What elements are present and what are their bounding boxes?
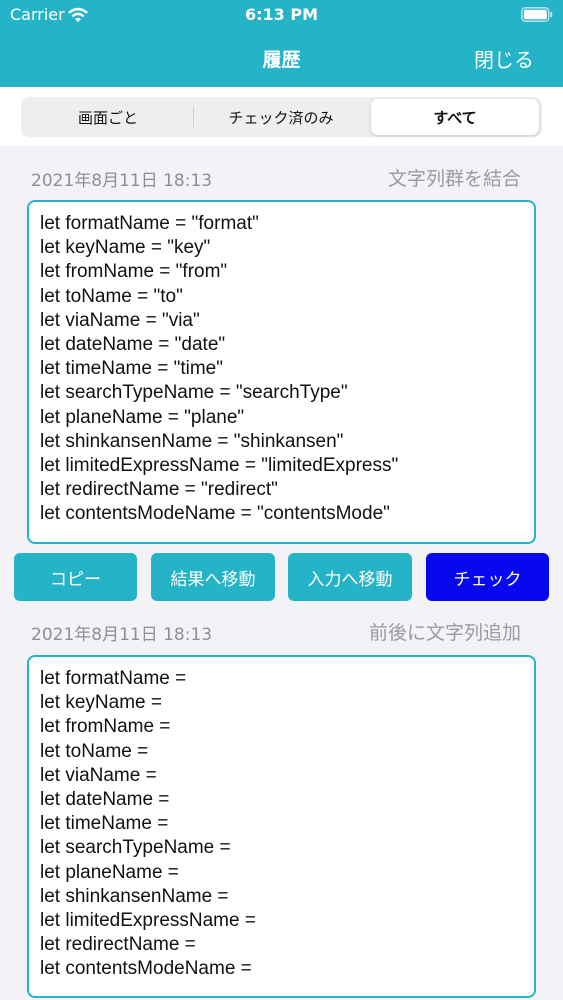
code-line: let shinkansenName = — [40, 885, 229, 907]
filter-bar: 画面ごと チェック済のみ すべて — [0, 87, 563, 146]
entry-date: 2021年8月11日 18:13 — [31, 171, 213, 191]
code-line: let redirectName = — [40, 934, 196, 956]
code-line: let fromName = "from" — [40, 261, 228, 283]
code-line: let contentsModeName = "contentsMode" — [40, 503, 390, 525]
code-line: let limitedExpressName = — [40, 910, 256, 932]
code-line: let fromName = — [40, 716, 171, 738]
code-line: let searchTypeName = — [40, 837, 231, 859]
code-line: let viaName = — [40, 764, 157, 786]
entry-actions: コピー 結果へ移動 入力へ移動 チェック — [0, 553, 563, 601]
code-line: let formatName = "format" — [40, 213, 259, 234]
code-line: let formatName = — [40, 668, 187, 689]
segment-divider — [193, 107, 194, 127]
code-line: let timeName = — [40, 813, 169, 835]
code-line: let toName = "to" — [40, 285, 183, 307]
entry-operation-type: 前後に文字列追加 — [368, 622, 521, 644]
code-line: let planeName = — [40, 861, 179, 883]
code-line: let shinkansenName = "shinkansen" — [40, 430, 344, 452]
code-line: let keyName = "key" — [40, 237, 211, 259]
move-to-input-button[interactable]: 入力へ移動 — [288, 553, 412, 601]
code-line: let limitedExpressName = "limitedExpress… — [40, 455, 399, 477]
status-time: 6:13 PM — [244, 5, 318, 24]
code-line: let planeName = "plane" — [40, 406, 245, 428]
code-line: let timeName = "time" — [40, 358, 223, 380]
status-bar: Carrier 6:13 PM — [0, 0, 563, 30]
check-button[interactable]: チェック — [426, 553, 549, 601]
code-line: let keyName = — [40, 692, 162, 714]
filter-segmented-control: 画面ごと チェック済のみ すべて — [21, 97, 542, 137]
code-line: let toName = — [40, 740, 149, 762]
segment-checked-only[interactable]: チェック済のみ — [195, 99, 367, 135]
code-line: let viaName = "via" — [40, 309, 200, 331]
entry-date: 2021年8月11日 18:13 — [31, 625, 213, 645]
close-button[interactable]: 閉じる — [474, 44, 534, 73]
segment-per-screen[interactable]: 画面ごと — [23, 99, 193, 135]
entry-operation-type: 文字列群を結合 — [387, 168, 521, 190]
code-line: let searchTypeName = "searchType" — [40, 382, 348, 404]
code-line: let dateName = "date" — [40, 334, 226, 356]
code-line: let contentsModeName = — [40, 958, 252, 980]
code-line: let dateName = — [40, 789, 170, 811]
navigation-bar: Carrier 6:13 PM 履歴 閉じる — [0, 0, 563, 87]
move-to-result-button[interactable]: 結果へ移動 — [151, 553, 275, 601]
battery-icon — [521, 7, 553, 22]
segment-all[interactable]: すべて — [371, 99, 539, 135]
result-text-box[interactable]: let formatName = "format" let keyName = "… — [27, 200, 536, 544]
code-line: let redirectName = "redirect" — [40, 479, 278, 501]
copy-button[interactable]: コピー — [14, 553, 137, 601]
result-text-box[interactable]: let formatName = let keyName = let fromNam… — [27, 655, 536, 998]
